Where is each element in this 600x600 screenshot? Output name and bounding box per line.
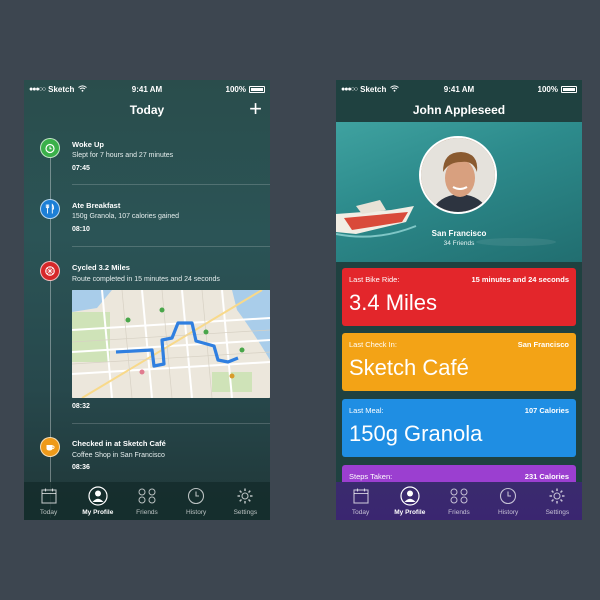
profile-header: San Francisco 34 Friends xyxy=(336,122,582,262)
group-icon xyxy=(136,485,158,507)
friends-count: 34 Friends xyxy=(443,240,475,247)
timeline-subtitle: Slept for 7 hours and 27 minutes xyxy=(72,152,174,159)
divider xyxy=(72,423,270,424)
tab-label: History xyxy=(498,509,519,516)
nav-bar: John Appleseed xyxy=(336,98,582,122)
tab-history[interactable]: History xyxy=(484,485,533,516)
timeline-title: Ate Breakfast xyxy=(72,201,121,210)
tab-friends[interactable]: Friends xyxy=(434,485,483,516)
page-title: Today xyxy=(129,103,165,117)
profile-screen: ●●●○○ Sketch 9:41 AM 100% John Appleseed xyxy=(336,80,582,520)
bike-wheel-icon xyxy=(40,261,60,281)
timeline-title: Checked in at Sketch Café xyxy=(72,439,166,448)
timeline-subtitle: 150g Granola, 107 calories gained xyxy=(72,213,180,220)
route-map[interactable] xyxy=(72,290,270,398)
card-value: 3.4 Miles xyxy=(349,290,438,315)
timeline-title: Woke Up xyxy=(72,140,104,149)
tab-friends[interactable]: Friends xyxy=(122,485,171,516)
calendar-icon xyxy=(38,485,60,507)
tab-label: Friends xyxy=(136,509,158,516)
card-label: Last Check In: xyxy=(349,340,397,349)
timeline-time: 08:36 xyxy=(72,464,90,471)
card-meal[interactable]: Last Meal: 107 Calories 150g Granola xyxy=(342,399,576,457)
tab-label: Settings xyxy=(233,509,258,516)
tab-today[interactable]: Today xyxy=(24,485,73,516)
timeline-time: 08:10 xyxy=(72,226,90,233)
timeline-time: 08:32 xyxy=(72,403,90,410)
timeline-line xyxy=(50,138,51,518)
coffee-cup-icon xyxy=(40,437,60,457)
divider xyxy=(72,246,270,247)
card-meta: 107 Calories xyxy=(524,406,569,415)
tab-settings[interactable]: Settings xyxy=(221,485,270,516)
status-time: 9:41 AM xyxy=(131,84,163,94)
clock-icon xyxy=(497,485,519,507)
today-screen: ●●●○○ Sketch 9:41 AM 100% Today + Woke U… xyxy=(24,80,270,520)
clock-icon xyxy=(185,485,207,507)
tab-bar: Today My Profile Friends History Setting… xyxy=(24,482,270,520)
profile-city: San Francisco xyxy=(431,229,487,238)
card-bike-ride[interactable]: Last Bike Ride: 15 minutes and 24 second… xyxy=(342,268,576,326)
tab-label: My Profile xyxy=(82,509,114,516)
gear-icon xyxy=(234,485,256,507)
tab-my-profile[interactable]: My Profile xyxy=(73,485,122,516)
tab-label: Settings xyxy=(545,509,570,516)
calendar-icon xyxy=(350,485,372,507)
tab-label: Friends xyxy=(448,509,470,516)
group-icon xyxy=(448,485,470,507)
timeline-subtitle: Coffee Shop in San Francisco xyxy=(72,452,165,459)
avatar[interactable] xyxy=(419,136,497,214)
tab-history[interactable]: History xyxy=(172,485,221,516)
timeline-title: Cycled 3.2 Miles xyxy=(72,263,130,272)
tab-bar: Today My Profile Friends History Setting… xyxy=(336,482,582,520)
card-meta: San Francisco xyxy=(517,340,569,349)
person-icon xyxy=(87,485,109,507)
card-value: Sketch Café xyxy=(349,355,469,380)
tab-label: Today xyxy=(39,509,58,516)
divider xyxy=(72,184,270,185)
tab-today[interactable]: Today xyxy=(336,485,385,516)
card-label: Last Bike Ride: xyxy=(349,275,400,284)
card-meta: 15 minutes and 24 seconds xyxy=(471,275,569,284)
tab-label: History xyxy=(186,509,207,516)
profile-name: John Appleseed xyxy=(412,103,506,117)
status-time: 9:41 AM xyxy=(443,84,475,94)
gear-icon xyxy=(546,485,568,507)
nav-bar: Today + xyxy=(24,98,270,122)
timeline-time: 07:45 xyxy=(72,165,90,172)
card-check-in[interactable]: Last Check In: San Francisco Sketch Café xyxy=(342,333,576,391)
alarm-clock-icon xyxy=(40,138,60,158)
fork-knife-icon xyxy=(40,199,60,219)
add-button[interactable]: + xyxy=(249,98,262,120)
card-value: 150g Granola xyxy=(349,421,483,446)
status-bar: ●●●○○ Sketch 9:41 AM 100% xyxy=(24,80,270,98)
battery-icon xyxy=(249,85,265,93)
battery-icon xyxy=(561,85,577,93)
tab-settings[interactable]: Settings xyxy=(533,485,582,516)
tab-label: Today xyxy=(351,509,370,516)
card-meta: 231 Calories xyxy=(524,472,569,481)
status-bar: ●●●○○ Sketch 9:41 AM 100% xyxy=(336,80,582,98)
tab-my-profile[interactable]: My Profile xyxy=(385,485,434,516)
card-label: Steps Taken: xyxy=(349,472,393,481)
timeline-subtitle: Route completed in 15 minutes and 24 sec… xyxy=(72,276,220,283)
card-label: Last Meal: xyxy=(349,406,384,415)
person-icon xyxy=(399,485,421,507)
tab-label: My Profile xyxy=(394,509,426,516)
